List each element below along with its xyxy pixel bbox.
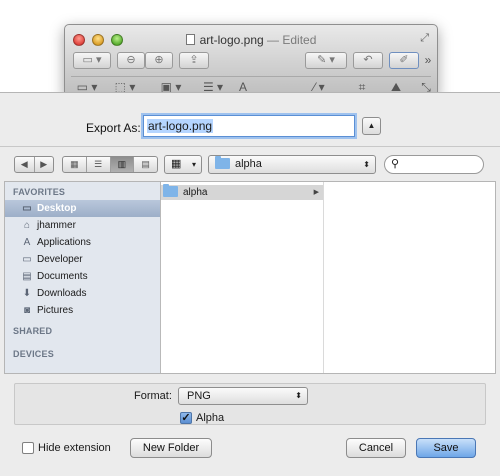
share-button[interactable]: ⇪: [179, 52, 209, 69]
hide-extension-label: Hide extension: [38, 442, 111, 454]
back-forward-buttons: ◀ ▶: [14, 156, 54, 173]
sidebar-item-downloads[interactable]: ⬇ Downloads: [5, 285, 160, 302]
folder-icon: ▭: [22, 254, 32, 265]
list-view-button[interactable]: ☰: [87, 157, 111, 172]
sidebar-item-developer[interactable]: ▭ Developer: [5, 251, 160, 268]
shared-header: SHARED: [13, 326, 53, 336]
sidebar-item-label: Documents: [37, 271, 88, 282]
export-as-label: Export As:: [86, 121, 141, 135]
search-icon: ⚲: [391, 158, 400, 170]
pictures-icon: ◙: [23, 305, 31, 316]
view-menu-button[interactable]: ▭ ▾: [73, 52, 111, 69]
popup-arrows-icon: ⬍: [295, 391, 302, 400]
location-label: alpha: [235, 158, 262, 170]
format-value: PNG: [187, 390, 211, 402]
edit-toolbar-button[interactable]: ✐: [389, 52, 419, 69]
popup-arrows-icon: ⬍: [363, 160, 370, 169]
arrange-popup[interactable]: ▦ ▾: [164, 155, 202, 174]
sidebar-item-desktop[interactable]: ▭ Desktop: [5, 200, 160, 217]
cancel-button[interactable]: Cancel: [346, 438, 406, 458]
forward-button[interactable]: ▶: [35, 157, 54, 172]
icon-view-button[interactable]: ▦: [63, 157, 87, 172]
list-item[interactable]: alpha ▶: [161, 184, 323, 200]
location-popup[interactable]: alpha ⬍: [208, 155, 376, 174]
chevron-down-icon: ▾: [191, 160, 196, 169]
format-label: Format:: [134, 390, 172, 402]
documents-icon: ▤: [22, 271, 32, 282]
favorites-header: FAVORITES: [13, 187, 66, 197]
sidebar: FAVORITES ▭ Desktop ⌂ jhammer A Application…: [5, 182, 161, 373]
search-field[interactable]: ⚲: [384, 155, 484, 174]
cover-flow-button[interactable]: ▤: [134, 157, 157, 172]
sidebar-item-applications[interactable]: A Applications: [5, 234, 160, 251]
applications-icon: A: [23, 237, 31, 248]
hide-extension-checkbox[interactable]: [22, 442, 34, 454]
fullscreen-icon[interactable]: ⤢: [420, 32, 429, 45]
window-title-text: art-logo.png: [199, 33, 264, 47]
export-sheet: Export As: art-logo.png ▲ ◀ ▶ ▦ ☰ ▥ ▤ ▦ ▾…: [0, 92, 500, 476]
zoom-in-button[interactable]: ⊕: [145, 52, 173, 69]
sidebar-item-label: Pictures: [37, 305, 74, 316]
expand-sheet-button[interactable]: ▲: [362, 117, 381, 135]
preview-window: art-logo.png — Edited ⤢ ▭ ▾ ⊖ ⊕ ⇪ ✎ ▾ ↶ …: [64, 24, 438, 98]
sidebar-item-label: Developer: [37, 254, 83, 265]
back-button[interactable]: ◀: [15, 157, 35, 172]
home-icon: ⌂: [23, 220, 31, 231]
folder-icon: [163, 184, 178, 197]
edited-indicator: — Edited: [267, 33, 317, 47]
save-button[interactable]: Save: [416, 438, 476, 458]
new-folder-button[interactable]: New Folder: [130, 438, 212, 458]
sidebar-item-pictures[interactable]: ◙ Pictures: [5, 302, 160, 319]
view-mode-control: ▦ ☰ ▥ ▤: [62, 156, 158, 173]
disclosure-arrow-icon: ▶: [313, 189, 319, 196]
sidebar-item-jhammer[interactable]: ⌂ jhammer: [5, 217, 160, 234]
overflow-chevron-icon[interactable]: »: [421, 52, 435, 69]
format-popup[interactable]: PNG ⬍: [178, 387, 308, 405]
filename-input[interactable]: art-logo.png: [143, 115, 355, 137]
folder-icon: [215, 156, 230, 169]
sidebar-item-label: Applications: [37, 237, 91, 248]
sidebar-item-documents[interactable]: ▤ Documents: [5, 268, 160, 285]
sidebar-item-label: Downloads: [37, 288, 87, 299]
column-view-button[interactable]: ▥: [110, 157, 135, 172]
window-title: art-logo.png — Edited: [65, 33, 437, 47]
filename-text: art-logo.png: [147, 119, 214, 133]
list-item-label: alpha: [183, 187, 208, 198]
zoom-out-button[interactable]: ⊖: [117, 52, 145, 69]
divider: [0, 146, 500, 147]
alpha-label: Alpha: [196, 412, 225, 424]
rotate-button[interactable]: ↶: [353, 52, 383, 69]
downloads-icon: ⬇: [22, 288, 32, 299]
browser-column-1: alpha ▶: [161, 182, 324, 373]
desktop-icon: ▭: [22, 203, 32, 214]
annotate-button[interactable]: ✎ ▾: [305, 52, 347, 69]
document-icon: [185, 34, 195, 45]
file-browser: FAVORITES ▭ Desktop ⌂ jhammer A Application…: [4, 181, 496, 374]
alpha-checkbox[interactable]: ✓: [180, 412, 192, 424]
sidebar-item-label: jhammer: [37, 220, 76, 231]
devices-header: DEVICES: [13, 349, 54, 359]
sidebar-item-label: Desktop: [37, 203, 77, 214]
toolbar-row-1: ▭ ▾ ⊖ ⊕ ⇪ ✎ ▾ ↶ ✐ »: [71, 52, 431, 72]
